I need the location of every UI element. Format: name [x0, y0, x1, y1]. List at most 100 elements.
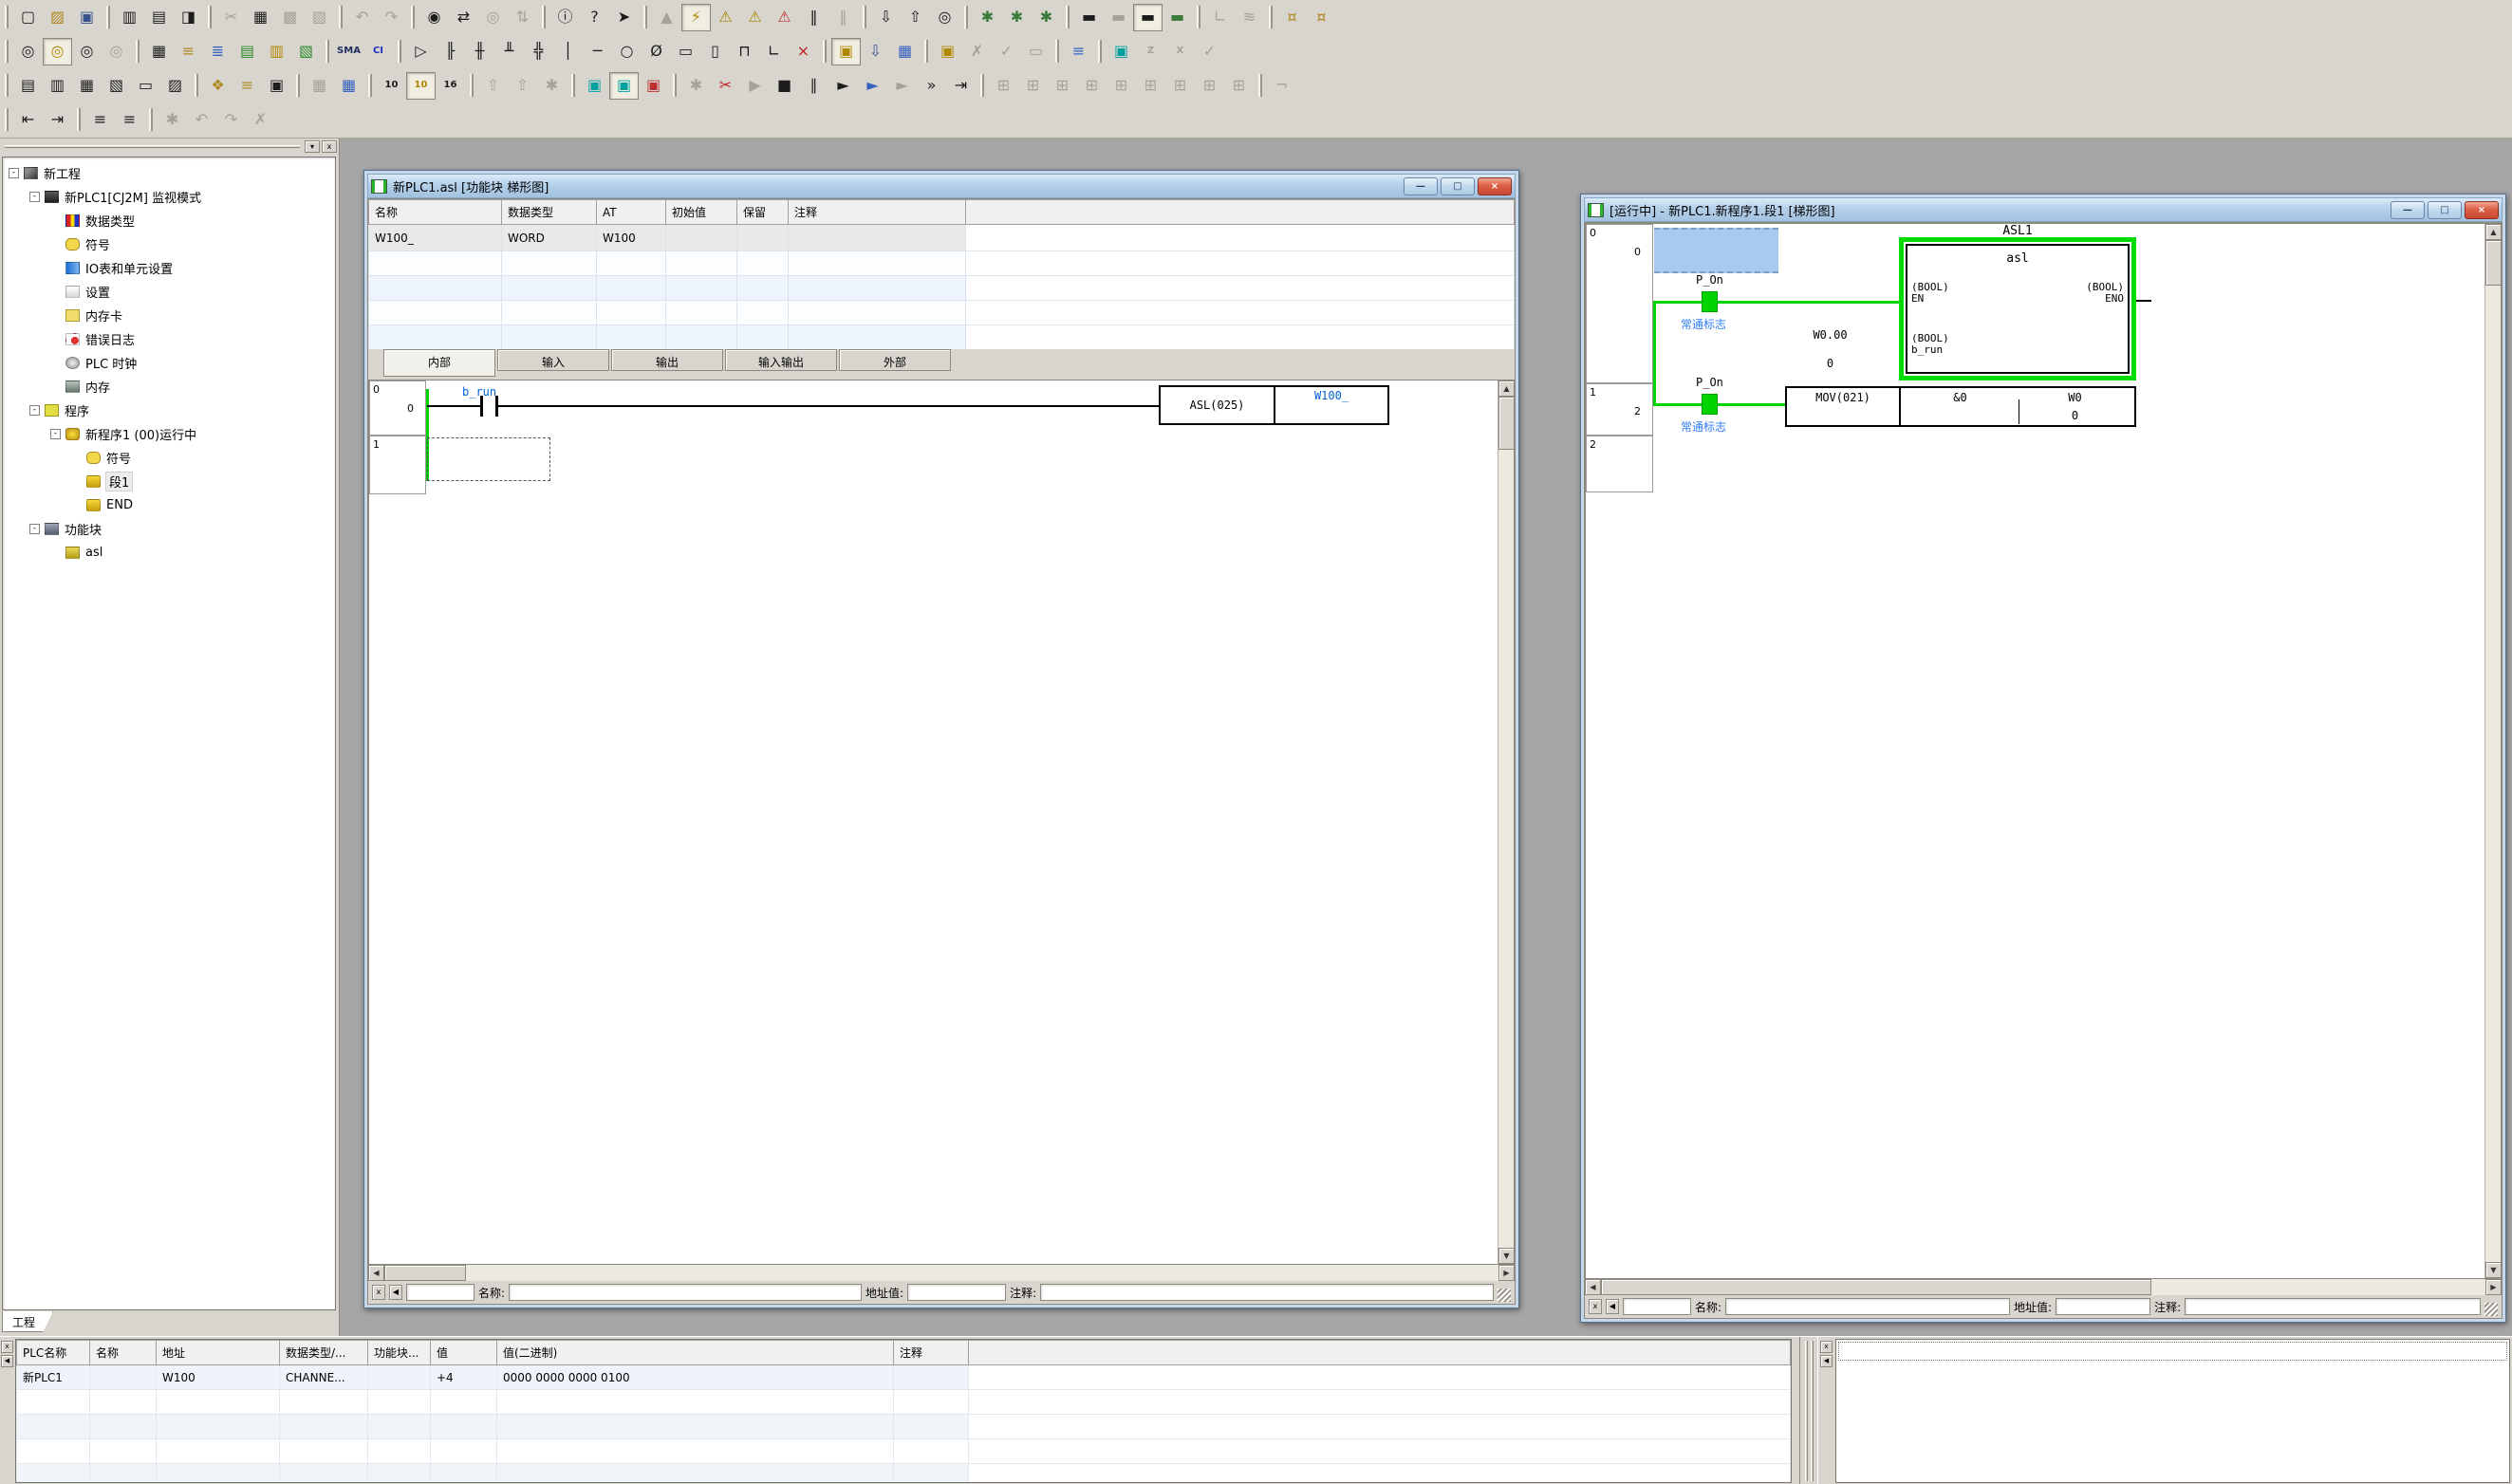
fb-restore-button[interactable]: □: [1441, 177, 1475, 195]
tree-item-programs[interactable]: -程序: [3, 399, 335, 422]
fb-status-close-icon[interactable]: x: [372, 1285, 385, 1300]
tb-print-preview-icon[interactable]: ◨: [174, 4, 203, 31]
fb-hscrollbar[interactable]: ◀ ▶: [368, 1265, 1515, 1281]
toolbar-group-handle[interactable]: [924, 40, 928, 63]
tb-io-window-icon[interactable]: ▣: [262, 72, 291, 100]
toolbar-group-handle[interactable]: [398, 40, 401, 63]
tb-partial-compare-icon[interactable]: ✱: [1032, 4, 1061, 31]
tree-item-section1[interactable]: 段1: [3, 470, 335, 493]
fb-ladder-editor[interactable]: 0 0 1 b_run ASL(025) W100_: [368, 380, 1515, 1265]
toolbar-group-handle[interactable]: [5, 108, 9, 131]
pane-dropdown-button[interactable]: ▾: [305, 140, 320, 153]
tb-display-hex-icon[interactable]: 16: [436, 72, 465, 100]
column-header[interactable]: 数据类型: [502, 200, 597, 225]
tb-fast-forward-icon[interactable]: »: [917, 72, 946, 100]
tb-display-signed-decimal-icon[interactable]: 10: [406, 72, 436, 100]
fb-rung0-wire[interactable]: [427, 405, 1159, 407]
monitor-hscroll-right[interactable]: ▶: [2485, 1279, 2502, 1295]
toolbar-group-handle[interactable]: [326, 40, 329, 63]
column-header[interactable]: 名称: [90, 1341, 157, 1365]
toolbar-group-handle[interactable]: [863, 6, 866, 28]
fb-tab-内部[interactable]: 内部: [383, 349, 495, 377]
toolbar-group-handle[interactable]: [5, 6, 9, 28]
tb-update-fb-table-icon[interactable]: ▦: [890, 38, 920, 65]
tb-window-tile-v-icon[interactable]: ▦: [72, 72, 102, 100]
monitor-vscrollbar[interactable]: ▲ ▼: [2484, 224, 2501, 1278]
monitor-name-field[interactable]: [1725, 1298, 2010, 1315]
tb-address-reference-list-icon[interactable]: ≣: [203, 38, 233, 65]
tb-zoom-out-icon[interactable]: ◎: [72, 38, 102, 65]
tb-coil-icon[interactable]: ○: [612, 38, 642, 65]
tb-contact-nc-icon[interactable]: ╫: [465, 38, 494, 65]
dock-splitter[interactable]: [1799, 1337, 1818, 1484]
toolbar-group-handle[interactable]: [1066, 6, 1070, 28]
tree-item-memory[interactable]: 内存: [3, 375, 335, 399]
output-collapse-icon[interactable]: ◀: [1820, 1355, 1833, 1367]
fb-status-collapse-icon[interactable]: ◀: [389, 1285, 402, 1300]
column-header[interactable]: 注释: [894, 1341, 969, 1365]
fb-resize-grip[interactable]: [1498, 1289, 1511, 1302]
toolbar-group-handle[interactable]: [1197, 6, 1200, 28]
monitor-hscroll-left[interactable]: ◀: [1585, 1279, 1601, 1295]
table-empty-row[interactable]: [369, 276, 1515, 301]
tb-fb-generate-icon[interactable]: ▣: [1107, 38, 1136, 65]
tb-address-window-icon[interactable]: ≡: [233, 72, 262, 100]
tb-delete-line-icon[interactable]: ×: [789, 38, 818, 65]
tb-block-return-icon[interactable]: ≡: [115, 106, 144, 134]
tb-binary-monitor-icon[interactable]: ▦: [334, 72, 363, 100]
monitor-window-titlebar[interactable]: [运行中] - 新PLC1.新程序1.段1 [梯形图] — □ ×: [1584, 197, 2503, 222]
tree-item-end[interactable]: END: [3, 493, 335, 517]
fb-ladder-cursor-cell[interactable]: [427, 437, 550, 481]
toolbar-group-handle[interactable]: [5, 74, 9, 97]
fb-operand-address[interactable]: W0.00: [1776, 328, 1885, 342]
toolbar-group-handle[interactable]: [195, 74, 198, 97]
tb-block-view-icon[interactable]: ▧: [291, 38, 321, 65]
tb-print-icon[interactable]: ▤: [144, 4, 174, 31]
tree-item-project[interactable]: -新工程: [3, 161, 335, 185]
table-row[interactable]: 新PLC1W100CHANNE...+40000 0000 0000 0100: [17, 1365, 1791, 1390]
tb-window-monitor-icon[interactable]: ▣: [609, 72, 639, 100]
rung1-contact-p-on[interactable]: [1702, 394, 1718, 415]
toolbar-group-handle[interactable]: [571, 74, 575, 97]
monitor-rung0-margin[interactable]: 0 0: [1586, 224, 1653, 383]
tb-help-icon[interactable]: ?: [580, 4, 609, 31]
fb-comment-field[interactable]: [1040, 1284, 1494, 1301]
toolbar-group-handle[interactable]: [136, 40, 140, 63]
tree-item-symbols[interactable]: 符号: [3, 232, 335, 256]
column-header[interactable]: 注释: [789, 200, 966, 225]
monitor-resize-grip[interactable]: [2484, 1303, 2498, 1316]
output-close-icon[interactable]: x: [1820, 1341, 1833, 1353]
toolbar-group-handle[interactable]: [411, 6, 415, 28]
fb-asl-instruction-box[interactable]: ASL(025) W100_: [1159, 385, 1389, 425]
tb-rung-list-icon[interactable]: ▥: [262, 38, 291, 65]
tb-window-lock-icon[interactable]: ▣: [580, 72, 609, 100]
tb-find-icon[interactable]: ◉: [419, 4, 449, 31]
tb-pause-monitor-icon[interactable]: ‖: [799, 4, 828, 31]
fb-hscroll-left[interactable]: ◀: [368, 1265, 384, 1281]
fb-rung0-margin[interactable]: 0 0: [369, 380, 426, 436]
fb-rung1-margin[interactable]: 1: [369, 436, 426, 494]
fb-vscroll-thumb[interactable]: [1498, 397, 1515, 450]
tb-window-close-icon[interactable]: ▨: [160, 72, 190, 100]
tb-online-edit-transfer-icon[interactable]: ⇩: [861, 38, 890, 65]
table-empty-row[interactable]: [369, 251, 1515, 276]
tb-instruction-box-icon[interactable]: ▭: [671, 38, 700, 65]
tb-transfer-warning-icon[interactable]: ⚠: [770, 4, 799, 31]
tb-zoom-selection-icon[interactable]: ◎: [43, 38, 72, 65]
table-row[interactable]: W100_WORDW100: [369, 225, 1515, 251]
workspace-pane-grip[interactable]: ▾ x: [0, 139, 339, 155]
tree-item-plc[interactable]: -新PLC1[CJ2M] 监视模式: [3, 185, 335, 209]
tb-watch-list-icon[interactable]: ≡: [1064, 38, 1093, 65]
tb-copy-icon[interactable]: ▦: [246, 4, 275, 31]
toolbar-group-handle[interactable]: [964, 6, 968, 28]
column-header[interactable]: 值(二进制): [497, 1341, 894, 1365]
tb-vertical-line-icon[interactable]: │: [553, 38, 583, 65]
fb-contact-bar-right[interactable]: [495, 396, 498, 417]
toolbar-group-handle[interactable]: [1055, 40, 1059, 63]
table-empty-row[interactable]: [369, 325, 1515, 350]
tb-monitor-window-1-icon[interactable]: ▬: [1074, 4, 1104, 31]
tb-protect-icon[interactable]: ▣: [933, 38, 962, 65]
tb-contact-or-no-icon[interactable]: ╨: [494, 38, 524, 65]
monitor-vscroll-thumb[interactable]: [2485, 240, 2502, 286]
toolbar-group-handle[interactable]: [1269, 6, 1273, 28]
